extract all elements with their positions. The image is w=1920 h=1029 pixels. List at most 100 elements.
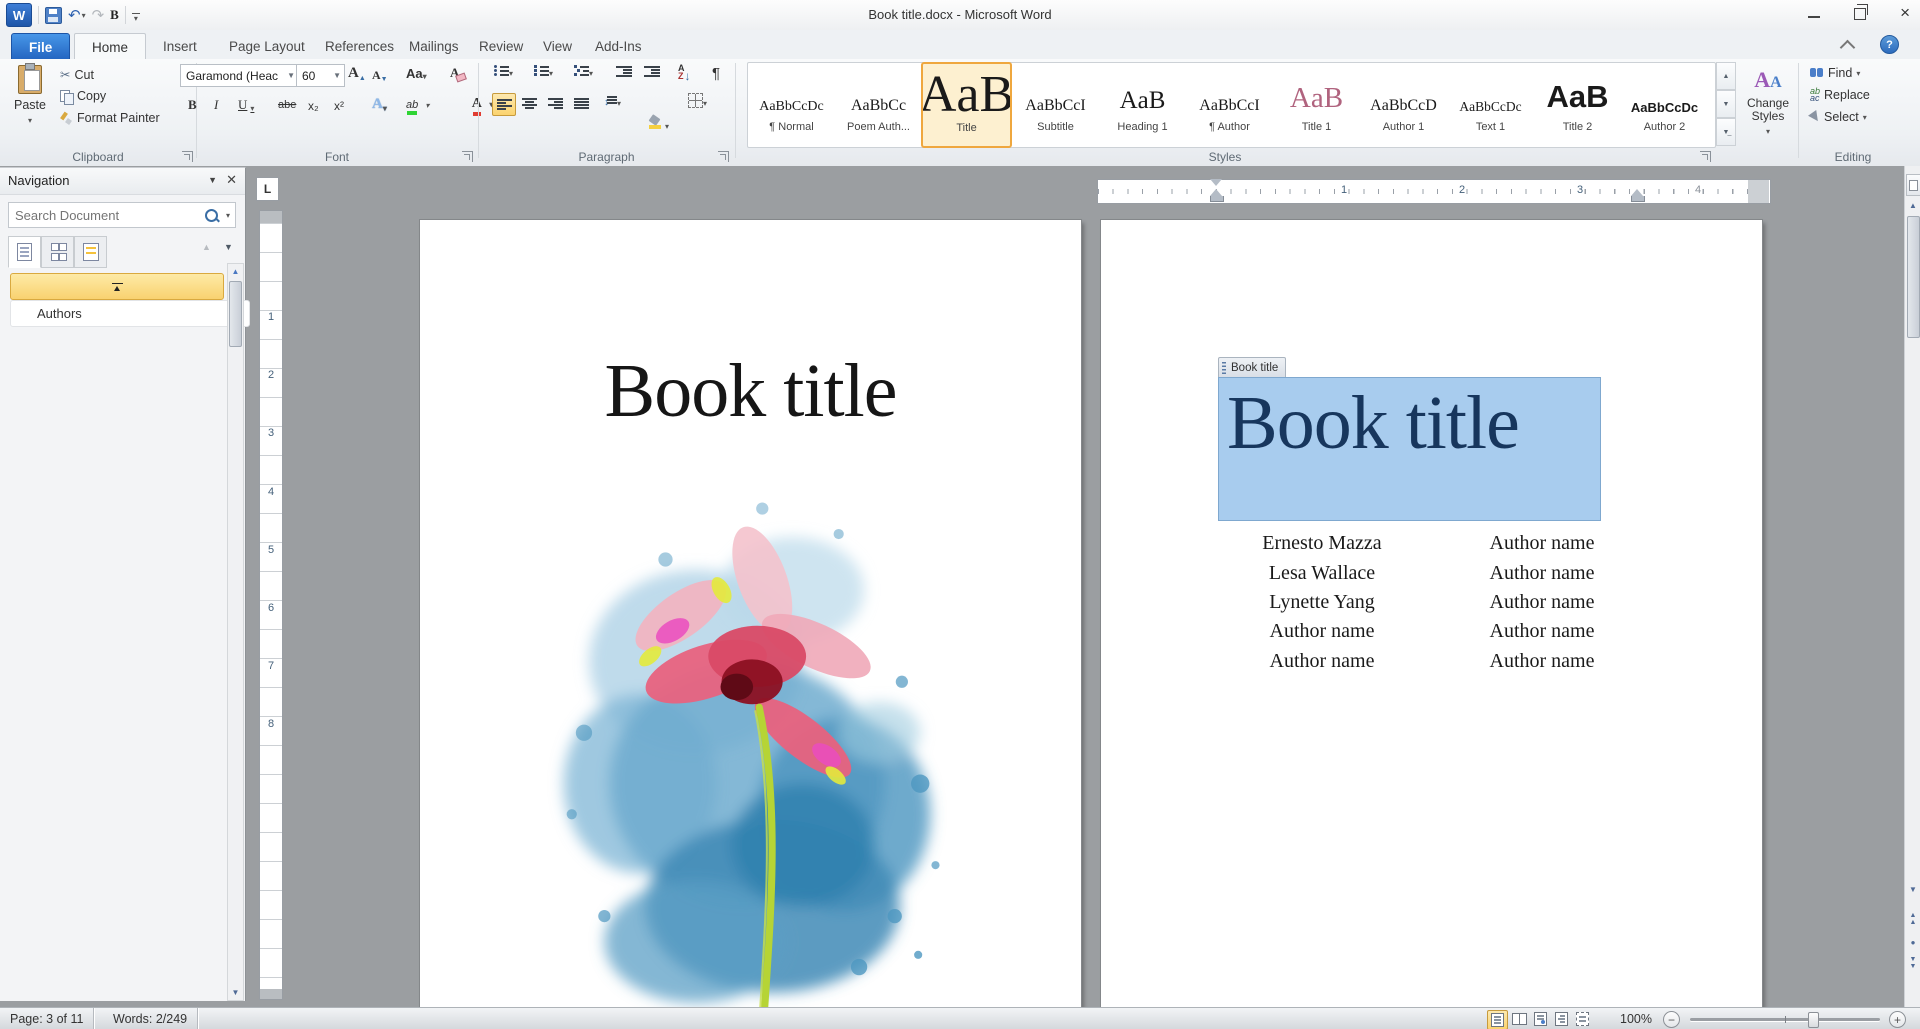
collapse-ribbon-icon[interactable] xyxy=(1840,40,1856,56)
close-button[interactable]: × xyxy=(1900,5,1910,21)
style-subtitle[interactable]: AaBbCcI Subtitle xyxy=(1012,63,1099,145)
change-styles-button[interactable]: AA Change Styles ▾ xyxy=(1742,67,1794,136)
paragraph-dialog-launcher-icon[interactable] xyxy=(718,151,729,162)
full-screen-reading-view-button[interactable] xyxy=(1510,1010,1529,1028)
scroll-down-icon[interactable]: ▼ xyxy=(1905,882,1920,897)
drag-handle-icon[interactable] xyxy=(1222,362,1226,374)
superscript-button[interactable]: x² xyxy=(334,99,344,113)
increase-indent-button[interactable] xyxy=(644,66,660,78)
align-center-button[interactable] xyxy=(518,93,540,114)
zoom-level-label[interactable]: 100% xyxy=(1620,1012,1652,1026)
help-icon[interactable]: ? xyxy=(1880,35,1899,54)
nav-pane-scrollbar[interactable]: ▲ ▼ xyxy=(227,263,244,1001)
search-input[interactable] xyxy=(9,208,205,223)
previous-page-button[interactable]: ▲▲ xyxy=(1905,912,1920,926)
scrollbar-thumb[interactable] xyxy=(229,281,242,347)
print-layout-view-button[interactable] xyxy=(1487,1010,1508,1029)
style-heading-1[interactable]: AaB Heading 1 xyxy=(1099,63,1186,145)
change-case-button[interactable]: Aa▾ xyxy=(406,66,427,81)
nav-item-title-selected[interactable] xyxy=(10,273,224,300)
content-control-tag[interactable]: Book title xyxy=(1218,357,1286,379)
page-right[interactable]: Book title Book title Ernesto Mazza Auth… xyxy=(1101,220,1762,1012)
strikethrough-button[interactable]: abe xyxy=(278,99,296,111)
hanging-indent-marker[interactable] xyxy=(1210,189,1224,202)
cut-button[interactable]: ✂ Cut xyxy=(60,67,94,82)
previous-heading-icon[interactable]: ▲ xyxy=(202,242,211,252)
numbering-button[interactable]: ▾ xyxy=(534,66,553,78)
align-right-button[interactable] xyxy=(544,93,566,114)
first-line-indent-marker[interactable] xyxy=(1210,179,1222,186)
author-name-field[interactable]: Lynette Yang xyxy=(1212,591,1432,614)
page-left[interactable]: Book title xyxy=(420,220,1081,1012)
font-color-button[interactable]: A ▾ xyxy=(472,96,494,116)
browse-headings-tab[interactable] xyxy=(8,236,41,268)
paste-button[interactable]: Paste ▾ xyxy=(8,65,52,125)
replace-button[interactable]: abac Replace xyxy=(1810,88,1870,102)
borders-button[interactable]: ▾ xyxy=(688,93,707,108)
pane-options-icon[interactable]: ▼ xyxy=(208,175,217,185)
shrink-font-button[interactable]: A▼ xyxy=(372,68,388,83)
tab-file[interactable]: File xyxy=(11,33,70,61)
tab-page-layout[interactable]: Page Layout xyxy=(212,33,322,59)
zoom-out-button[interactable]: − xyxy=(1663,1011,1680,1028)
title-content-control-selected[interactable]: Book title xyxy=(1218,377,1601,521)
author-name-placeholder[interactable]: Author name xyxy=(1432,562,1652,585)
style-normal[interactable]: AaBbCcDc ¶ Normal xyxy=(748,63,835,145)
author-name-placeholder[interactable]: Author name xyxy=(1212,620,1432,643)
author-name-placeholder[interactable]: Author name xyxy=(1212,650,1432,673)
shading-button[interactable]: ▾ xyxy=(648,115,669,132)
tab-insert[interactable]: Insert xyxy=(146,33,214,59)
browse-results-tab[interactable] xyxy=(74,236,107,268)
browse-pages-tab[interactable] xyxy=(41,236,74,268)
show-paragraph-marks-button[interactable]: ¶ xyxy=(712,65,720,82)
left-page-title[interactable]: Book title xyxy=(420,348,1081,435)
tab-selector[interactable]: L xyxy=(256,177,279,201)
bold-button[interactable]: B xyxy=(188,97,197,113)
select-button[interactable]: Select▾ xyxy=(1810,110,1867,124)
restore-button[interactable] xyxy=(1854,8,1866,20)
zoom-slider-thumb[interactable] xyxy=(1808,1012,1819,1028)
decrease-indent-button[interactable] xyxy=(616,66,632,78)
tab-home[interactable]: Home xyxy=(74,33,146,60)
nav-item-authors[interactable]: Authors xyxy=(10,300,250,327)
scrollbar-thumb[interactable] xyxy=(1907,216,1920,338)
style-author-1[interactable]: AaBbCcD Author 1 xyxy=(1360,63,1447,145)
underline-button[interactable]: U▾ xyxy=(238,97,254,113)
next-page-button[interactable]: ▼▼ xyxy=(1905,956,1920,970)
font-dialog-launcher-icon[interactable] xyxy=(462,151,473,162)
style-title-1[interactable]: AaB Title 1 xyxy=(1273,63,1360,145)
author-name-placeholder[interactable]: Author name xyxy=(1432,650,1652,673)
select-browse-object-button[interactable]: ● xyxy=(1905,938,1920,947)
find-button[interactable]: Find▾ xyxy=(1810,66,1860,80)
close-pane-icon[interactable]: ✕ xyxy=(226,172,237,188)
vertical-ruler[interactable]: 1 2 3 4 5 6 7 8 xyxy=(259,210,283,1000)
style-title-2[interactable]: AaB Title 2 xyxy=(1534,63,1621,145)
italic-button[interactable]: I xyxy=(214,97,218,113)
style-title-selected[interactable]: AaB Title xyxy=(921,62,1012,148)
style-author[interactable]: AaBbCcI ¶ Author xyxy=(1186,63,1273,145)
text-effects-button[interactable]: A▾ xyxy=(372,96,387,113)
subscript-button[interactable]: x₂ xyxy=(308,99,319,113)
grow-font-button[interactable]: A▲ xyxy=(348,65,366,82)
format-painter-button[interactable]: Format Painter xyxy=(60,111,160,125)
outline-view-button[interactable] xyxy=(1552,1010,1571,1028)
line-spacing-button[interactable]: ↕ ▾ xyxy=(604,96,621,108)
author-name-placeholder[interactable]: Author name xyxy=(1432,532,1652,555)
next-heading-icon[interactable]: ▼ xyxy=(224,242,233,252)
scroll-down-icon[interactable]: ▼ xyxy=(228,985,243,1000)
zoom-in-button[interactable]: + xyxy=(1889,1011,1906,1028)
web-layout-view-button[interactable] xyxy=(1531,1010,1550,1028)
clipboard-dialog-launcher-icon[interactable] xyxy=(182,151,193,162)
page-indicator[interactable]: Page: 3 of 11 xyxy=(0,1008,94,1029)
style-poem-author[interactable]: AaBbCc Poem Auth... xyxy=(835,63,922,145)
align-left-button[interactable] xyxy=(492,93,516,116)
author-name-placeholder[interactable]: Author name xyxy=(1432,620,1652,643)
font-size-combobox[interactable]: 60▼ xyxy=(296,64,345,87)
sort-button[interactable]: AZ ↓ xyxy=(678,64,691,80)
horizontal-ruler[interactable]: 1 2 3 4 xyxy=(1097,179,1771,204)
gallery-scroll-up-icon[interactable]: ▲ xyxy=(1716,62,1736,90)
word-count-indicator[interactable]: Words: 2/249 xyxy=(103,1008,198,1029)
zoom-slider[interactable] xyxy=(1690,1018,1880,1021)
style-text-1[interactable]: AaBbCcDc Text 1 xyxy=(1447,63,1534,145)
draft-view-button[interactable] xyxy=(1573,1010,1592,1028)
